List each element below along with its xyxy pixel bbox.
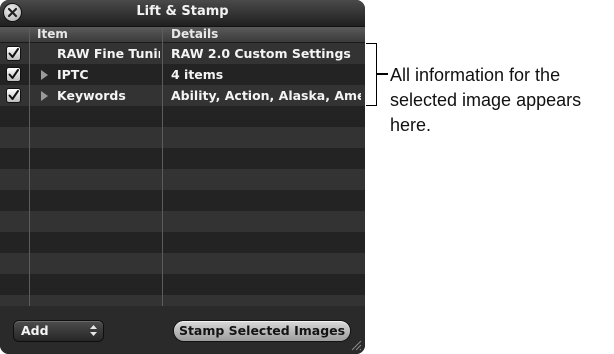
- lift-stamp-window: Lift & Stamp RAW Fine Tunin RAW 2.0 Custo…: [0, 0, 365, 354]
- window-title: Lift & Stamp: [136, 4, 229, 19]
- item-cell: RAW Fine Tunin: [57, 46, 160, 61]
- column-divider: [29, 27, 30, 306]
- empty-row: [0, 211, 365, 232]
- details-cell: Ability, Action, Alaska, Ameri: [171, 88, 361, 103]
- empty-row: [0, 295, 365, 306]
- stamp-selected-images-button[interactable]: Stamp Selected Images: [174, 321, 350, 341]
- table-row[interactable]: IPTC 4 items: [0, 64, 365, 85]
- row-checkbox[interactable]: [7, 68, 20, 81]
- empty-row: [0, 106, 365, 127]
- empty-row: [0, 232, 365, 253]
- metadata-table: RAW Fine Tunin RAW 2.0 Custom Settings IPT…: [0, 27, 365, 306]
- table-row[interactable]: Keywords Ability, Action, Alaska, Ameri: [0, 85, 365, 106]
- add-popup-label: Add: [21, 323, 49, 338]
- row-checkbox[interactable]: [7, 89, 20, 102]
- resize-grip-icon[interactable]: [350, 339, 362, 351]
- empty-row: [0, 274, 365, 295]
- updown-arrows-icon: [90, 325, 97, 336]
- empty-row: [0, 253, 365, 274]
- title-bar[interactable]: Lift & Stamp: [0, 0, 365, 27]
- table-header: Item Details: [0, 27, 365, 43]
- table-row[interactable]: RAW Fine Tunin RAW 2.0 Custom Settings: [0, 43, 365, 64]
- checkmark-icon: [8, 69, 19, 79]
- disclosure-triangle-icon[interactable]: [41, 70, 48, 80]
- column-header-details[interactable]: Details: [171, 27, 218, 42]
- details-cell: RAW 2.0 Custom Settings: [171, 46, 351, 61]
- column-header-item[interactable]: Item: [37, 27, 68, 42]
- callout-text: All information for the selected image a…: [390, 65, 582, 135]
- empty-row: [0, 148, 365, 169]
- bottom-bar: Add Stamp Selected Images: [0, 306, 365, 354]
- checkmark-icon: [8, 90, 19, 100]
- item-cell: IPTC: [57, 67, 89, 82]
- empty-row: [0, 127, 365, 148]
- disclosure-triangle-icon[interactable]: [41, 91, 48, 101]
- callout-pointer: [377, 73, 388, 75]
- empty-row: [0, 169, 365, 190]
- item-cell: Keywords: [57, 88, 126, 103]
- checkmark-icon: [8, 48, 19, 58]
- details-cell: 4 items: [171, 67, 224, 82]
- add-popup-button[interactable]: Add: [14, 321, 103, 341]
- row-checkbox[interactable]: [7, 47, 20, 60]
- empty-row: [0, 190, 365, 211]
- column-divider[interactable]: [162, 27, 163, 306]
- callout-bracket: [366, 43, 377, 106]
